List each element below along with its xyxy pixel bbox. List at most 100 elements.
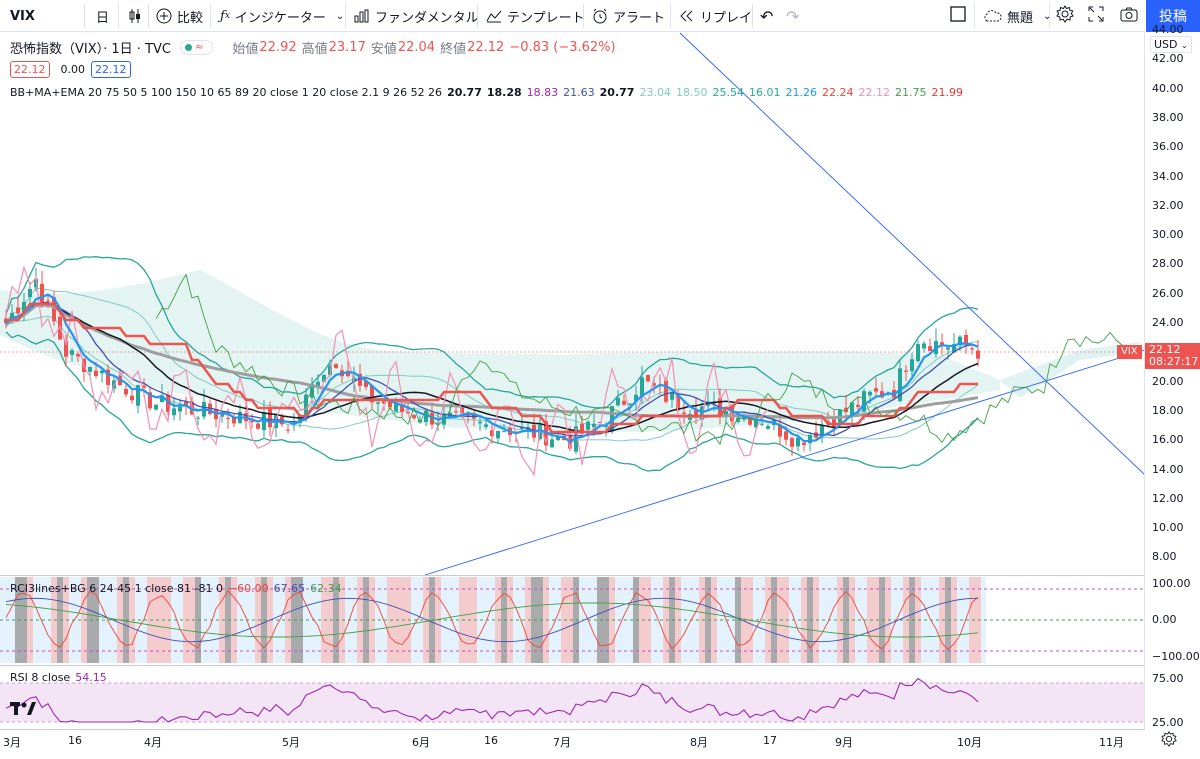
candle-body [28, 289, 32, 298]
price-tick: 30.00 [1152, 228, 1184, 242]
tradingview-logo[interactable] [10, 700, 36, 722]
fundamentals-label: ファンダメンタル [375, 10, 479, 26]
price-tick: 44.00 [1152, 23, 1184, 36]
bar-chart-icon [354, 9, 370, 23]
market-status-badge[interactable]: ≈ [179, 40, 214, 55]
time-tick: 11月 [1099, 736, 1124, 749]
candle-body [124, 388, 128, 395]
time-tick: 10月 [957, 736, 982, 749]
candle-body [904, 370, 908, 372]
symbol-label: VIX [10, 8, 35, 24]
rci-tick-0: 0.00 [1152, 613, 1177, 626]
rci-pane-border[interactable] [0, 575, 1145, 576]
price-tick: 26.00 [1152, 286, 1184, 300]
undo-button[interactable]: ↶ [760, 0, 773, 32]
candle-body [670, 393, 674, 400]
currency-label: USD [1154, 38, 1178, 51]
rsi-legend[interactable]: RSI 8 close 54.15 [10, 671, 112, 684]
indicator-name: BB+MA+EMA 20 75 50 5 100 150 10 65 89 20… [10, 86, 443, 99]
fullscreen-button[interactable] [1088, 0, 1104, 32]
bar-countdown: 08:27:17 [1149, 355, 1199, 368]
chevron-down-icon: ⌄ [335, 10, 345, 22]
candle-body [484, 424, 488, 427]
close-value: 22.12 [467, 40, 505, 55]
candle-body [928, 346, 932, 351]
indicators-button[interactable]: ƒx インジケーター ⌄ [220, 0, 344, 32]
ask-box[interactable]: 22.12 [91, 61, 131, 78]
high-value: 23.17 [328, 40, 366, 55]
candle-body [784, 431, 788, 440]
replay-button[interactable]: リプレイ [679, 0, 752, 32]
alert-button[interactable]: アラート [592, 0, 665, 32]
layout-name-button[interactable]: 無題 ⌄ [982, 0, 1051, 32]
price-tick: 12.00 [1152, 491, 1184, 505]
price-tick: 40.00 [1152, 81, 1184, 95]
replay-label: リプレイ [700, 10, 753, 26]
chart-type-button[interactable] [128, 0, 147, 32]
bid-box[interactable]: 22.12 [10, 61, 50, 78]
layout-name-label: 無題 [1007, 10, 1034, 26]
indicator-legend[interactable]: BB+MA+EMA 20 75 50 5 100 150 10 65 89 20… [10, 86, 968, 99]
time-tick: 7月 [553, 736, 571, 749]
candle-body [16, 307, 20, 314]
compare-button[interactable]: 比較 [156, 0, 203, 32]
time-tick: 17 [763, 734, 777, 747]
price-tick: 10.00 [1152, 521, 1184, 535]
plus-circle-icon [156, 8, 172, 24]
templates-icon [486, 9, 502, 23]
price-tick: 24.00 [1152, 316, 1184, 329]
candle-body [796, 437, 800, 447]
chart-settings-button[interactable] [1161, 731, 1177, 751]
candle-body [946, 347, 950, 350]
fullscreen-icon [1088, 6, 1104, 26]
candle-body [748, 418, 752, 425]
candle-body [790, 438, 794, 447]
compare-label: 比較 [177, 10, 204, 26]
candle-body [154, 404, 158, 410]
currency-selector[interactable]: USD ⌄ [1150, 36, 1192, 53]
interval-button[interactable]: 日 [96, 0, 109, 32]
time-tick: 4月 [144, 736, 162, 749]
rci-value: −60.00 [227, 582, 269, 595]
candle-body [856, 404, 860, 407]
price-tick: 8.00 [1152, 550, 1177, 564]
layout-toggle-button[interactable] [950, 0, 966, 32]
templates-button[interactable]: テンプレート [486, 0, 585, 32]
wave-icon: ≈ [194, 42, 204, 53]
candle-body [664, 380, 668, 402]
price-tick: 34.00 [1152, 169, 1184, 183]
tradingview-logo-icon [10, 702, 36, 715]
rsi-tick-25: 25.00 [1152, 716, 1184, 729]
candle-body [226, 417, 230, 419]
symbol-title[interactable]: 恐怖指数（VIX）· 1日 · TVC [10, 38, 171, 57]
square-icon [950, 6, 966, 26]
candle-body [976, 350, 980, 359]
gear-icon [1161, 731, 1177, 751]
redo-button[interactable]: ↷ [786, 0, 799, 32]
rci-tick-minus-100: −100.00 [1152, 650, 1200, 663]
settings-button[interactable] [1056, 0, 1074, 32]
legend-title-row: 恐怖指数（VIX）· 1日 · TVC ≈ 始値 22.92 高値 23.17 … [10, 38, 621, 57]
snapshot-button[interactable] [1120, 0, 1138, 32]
candle-body [76, 354, 80, 357]
fundamentals-button[interactable]: ファンダメンタル [354, 0, 479, 32]
candle-body [802, 442, 806, 446]
candle-body [130, 395, 134, 401]
low-label: 安値 [370, 42, 397, 57]
time-tick: 5月 [282, 736, 300, 749]
candle-body [922, 343, 926, 349]
candle-body [172, 408, 176, 416]
indicator-value: 21.26 [785, 86, 817, 99]
candle-body [268, 407, 272, 428]
chevron-down-icon: ⌄ [1181, 41, 1188, 50]
interval-label: 日 [96, 10, 110, 26]
time-tick: 16 [68, 734, 82, 747]
function-icon: ƒx [220, 8, 230, 24]
symbol-search[interactable]: VIX [10, 0, 35, 32]
camera-icon [1120, 6, 1138, 26]
chart-area[interactable] [0, 32, 1145, 729]
indicator-value: 25.54 [712, 86, 744, 99]
rsi-pane-border[interactable] [0, 665, 1145, 666]
candle-body [586, 421, 590, 430]
rci-legend[interactable]: RCI3lines+BG 6 24 45 1 close 81 -81 0 −6… [10, 582, 347, 595]
